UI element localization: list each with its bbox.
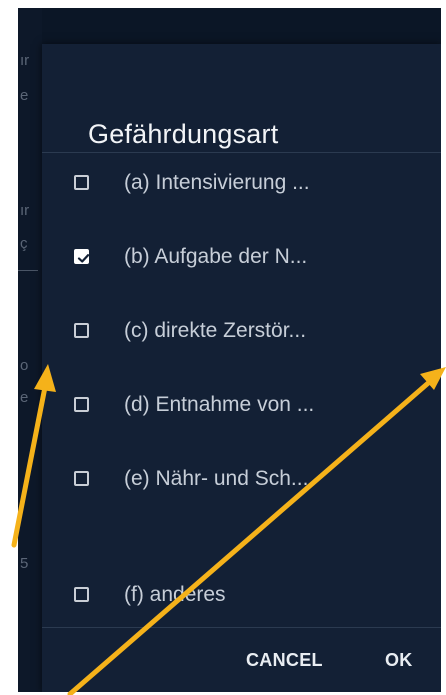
option-label: (e) Nähr- und Sch... (124, 467, 309, 490)
background-text: ır (20, 203, 30, 218)
background-text: ç (20, 236, 28, 251)
option-label: (f) anderes (124, 583, 226, 606)
dialog-actions: CANCEL OK (42, 628, 441, 692)
background-field-underline (18, 270, 38, 271)
background-text: e (20, 390, 29, 405)
option-row[interactable]: (c) direkte Zerstör... (42, 301, 441, 361)
option-row[interactable]: (b) Aufgabe der N... (42, 227, 441, 287)
option-label: (b) Aufgabe der N... (124, 245, 308, 268)
background-text: e (20, 88, 29, 103)
app-screen: ır e ır ç o e 5 Gefährdungsart (a) Inten… (18, 8, 441, 692)
option-row[interactable]: (d) Entnahme von ... (42, 375, 441, 435)
options-list[interactable]: (a) Intensivierung ... (b) Aufgabe der N… (42, 153, 441, 627)
background-text: 5 (20, 556, 29, 571)
option-row[interactable]: (e) Nähr- und Sch... (42, 449, 441, 509)
check-icon (77, 254, 90, 263)
checkbox[interactable] (74, 587, 89, 602)
option-label: (a) Intensivierung ... (124, 171, 310, 194)
option-label: (d) Entnahme von ... (124, 393, 315, 416)
cancel-button[interactable]: CANCEL (246, 650, 323, 671)
background-text: o (20, 358, 29, 373)
option-row[interactable]: (a) Intensivierung ... (42, 153, 441, 213)
background-text: ır (20, 53, 30, 68)
ok-button[interactable]: OK (385, 650, 413, 671)
option-label: (c) direkte Zerstör... (124, 319, 307, 342)
gefaehrdungsart-dialog: Gefährdungsart (a) Intensivierung ... (b… (42, 44, 441, 692)
background-form: ır e ır ç o e 5 (18, 8, 42, 692)
checkbox[interactable] (74, 249, 90, 264)
option-row[interactable]: (f) anderes (42, 565, 441, 625)
checkbox[interactable] (74, 397, 89, 412)
dialog-title: Gefährdungsart (88, 119, 279, 149)
checkbox[interactable] (74, 175, 89, 190)
checkbox[interactable] (74, 471, 89, 486)
checkbox[interactable] (74, 323, 89, 338)
